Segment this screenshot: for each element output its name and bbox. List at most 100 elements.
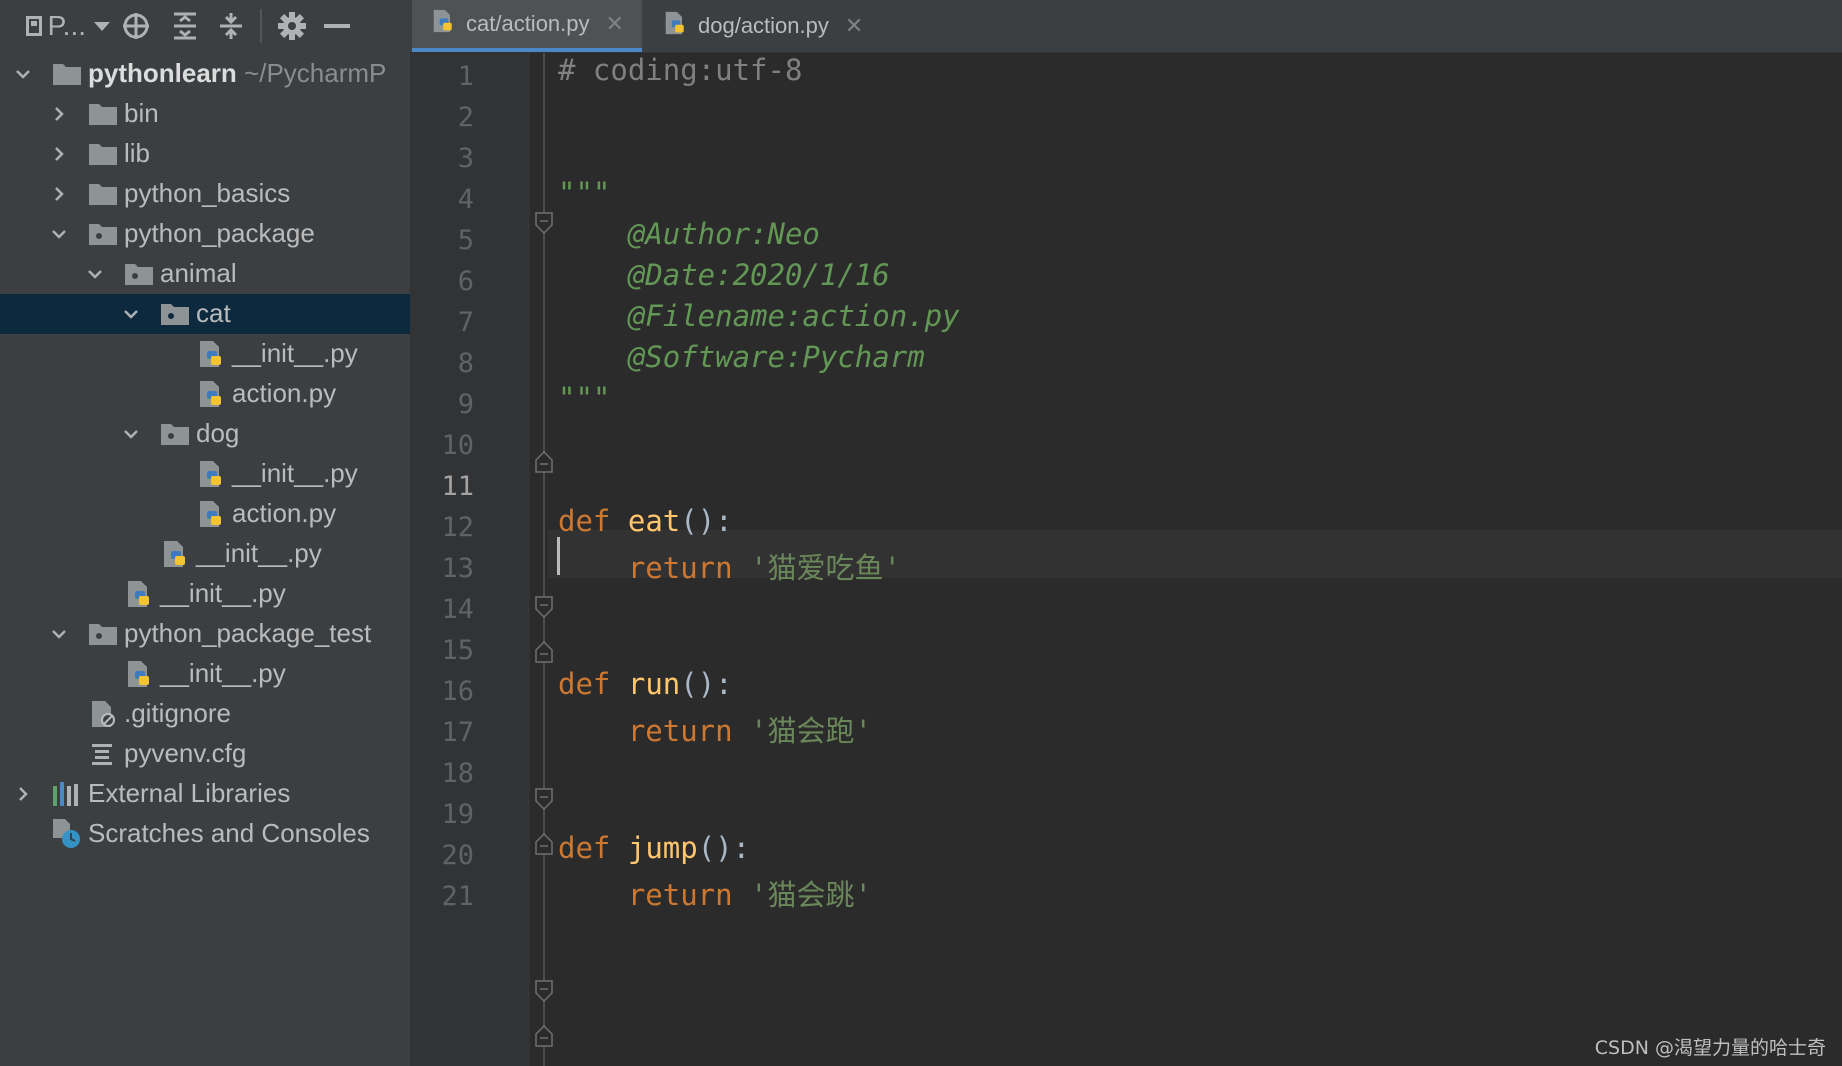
tree-item-cat-init[interactable]: __init__.py (0, 334, 410, 374)
fold-end-icon[interactable] (535, 641, 553, 663)
punctuation: (): (680, 504, 733, 538)
code-line-8: @Software:Pycharm (558, 340, 925, 374)
tree-item-label: bin (124, 98, 159, 128)
keyword: def (558, 667, 611, 701)
code-line-5: @Author:Neo (558, 217, 820, 251)
fold-end-icon[interactable] (535, 451, 553, 473)
code-line-20: def jump(): (558, 831, 750, 865)
line-number: 14 (441, 594, 474, 625)
tab-cat-action[interactable]: cat/action.py ✕ (412, 0, 642, 52)
tree-item-label: __init__.py (196, 538, 322, 568)
chevron-down-icon[interactable] (52, 627, 66, 641)
tree-item-animal-init[interactable]: __init__.py (0, 534, 410, 574)
tree-item-label: __init__.py (160, 658, 286, 688)
line-number: 3 (457, 143, 474, 174)
editor-tab-bar: cat/action.py ✕ dog/action.py ✕ (410, 0, 1842, 53)
tree-item-label: Scratches and Consoles (88, 818, 370, 848)
python-file-icon (126, 580, 156, 607)
fold-end-icon[interactable] (535, 1025, 553, 1047)
close-icon[interactable]: ✕ (845, 13, 863, 39)
fold-start-icon[interactable] (535, 980, 553, 1002)
keyword: def (558, 504, 611, 538)
python-file-icon (198, 380, 228, 407)
expand-all-button[interactable] (162, 0, 208, 52)
tree-item-cat[interactable]: cat (0, 294, 410, 334)
keyword: return (627, 878, 733, 912)
tree-item-external-libraries[interactable]: External Libraries (0, 774, 410, 814)
tree-item-python-package[interactable]: python_package (0, 214, 410, 254)
chevron-down-icon[interactable] (124, 427, 138, 441)
tree-item-package-init[interactable]: __init__.py (0, 574, 410, 614)
line-number: 15 (441, 635, 474, 666)
tree-item-label: python_package_test (124, 618, 372, 648)
chevron-right-icon[interactable] (16, 787, 30, 801)
code-line-21: return '猫会跳' (558, 872, 872, 914)
tree-item-test-init[interactable]: __init__.py (0, 654, 410, 694)
tree-item-label: python_package (124, 218, 315, 248)
line-number: 9 (457, 389, 474, 420)
chevron-down-icon[interactable] (88, 267, 102, 281)
string-literal: '猫爱吃鱼' (750, 551, 901, 585)
line-number: 19 (441, 799, 474, 830)
package-folder-icon (88, 622, 118, 646)
settings-button[interactable] (268, 0, 316, 52)
string-literal: '猫会跑' (750, 714, 872, 748)
locate-file-button[interactable] (110, 0, 162, 52)
code-editor[interactable]: # coding:utf-8 """ @Author:Neo @Date:202… (548, 53, 1842, 1066)
fold-end-icon[interactable] (535, 833, 553, 855)
tree-item-dog-action[interactable]: action.py (0, 494, 410, 534)
python-file-icon (198, 460, 228, 487)
chevron-down-icon[interactable] (124, 307, 138, 321)
line-number: 18 (441, 758, 474, 789)
keyword: return (627, 551, 733, 585)
tree-item-scratches[interactable]: Scratches and Consoles (0, 814, 410, 854)
tab-label: cat/action.py (466, 11, 590, 36)
tree-item-gitignore[interactable]: .gitignore (0, 694, 410, 734)
keyword: return (627, 714, 733, 748)
string-literal: '猫会跳' (750, 878, 872, 912)
line-number-gutter: 1 2 3 4 5 6 7 8 9 10 11 12 13 14 15 16 17 18 19 20 21 (410, 53, 530, 1066)
hide-panel-button[interactable] (316, 0, 358, 52)
chevron-down-icon[interactable] (16, 67, 30, 81)
close-icon[interactable]: ✕ (606, 11, 624, 37)
python-file-icon (432, 8, 456, 40)
line-number: 12 (441, 512, 474, 543)
watermark: CSDN @渴望力量的哈士奇 (1594, 1037, 1826, 1059)
tree-item-label: action.py (232, 498, 337, 528)
line-number: 11 (441, 471, 474, 502)
fold-start-icon[interactable] (535, 596, 553, 618)
chevron-right-icon[interactable] (52, 187, 66, 201)
code-line-6: @Date:2020/1/16 (558, 258, 890, 292)
chevron-right-icon[interactable] (52, 107, 66, 121)
chevron-down-icon[interactable] (52, 227, 66, 241)
config-file-icon (90, 742, 120, 766)
fold-start-icon[interactable] (535, 212, 553, 234)
project-view-label: P... (47, 10, 86, 41)
punctuation: (): (697, 831, 751, 865)
line-number: 1 (457, 61, 474, 92)
tree-item-cat-action[interactable]: action.py (0, 374, 410, 414)
tree-root-pythonlearn[interactable]: pythonlearn ~/PycharmP (0, 54, 410, 94)
tree-item-lib[interactable]: lib (0, 134, 410, 174)
tree-item-bin[interactable]: bin (0, 94, 410, 134)
tree-item-animal[interactable]: animal (0, 254, 410, 294)
fold-start-icon[interactable] (535, 788, 553, 810)
tree-item-dog-init[interactable]: __init__.py (0, 454, 410, 494)
tree-item-label: cat (196, 298, 231, 328)
line-number: 10 (441, 430, 474, 461)
tree-item-python-package-test[interactable]: python_package_test (0, 614, 410, 654)
scratches-icon (52, 818, 82, 848)
tree-item-python-basics[interactable]: python_basics (0, 174, 410, 214)
chevron-right-icon[interactable] (52, 147, 66, 161)
line-number: 8 (457, 348, 474, 379)
line-number: 4 (457, 184, 474, 215)
function-name: jump (627, 831, 698, 865)
tree-item-dog[interactable]: dog (0, 414, 410, 454)
collapse-all-button[interactable] (208, 0, 254, 52)
project-view-dropdown[interactable]: P... (0, 0, 110, 52)
fold-guide (543, 53, 545, 1066)
tree-item-label: .gitignore (124, 698, 231, 728)
tree-item-pyvenv[interactable]: pyvenv.cfg (0, 734, 410, 774)
tab-dog-action[interactable]: dog/action.py ✕ (664, 0, 879, 52)
code-line-9: """ (558, 381, 611, 415)
